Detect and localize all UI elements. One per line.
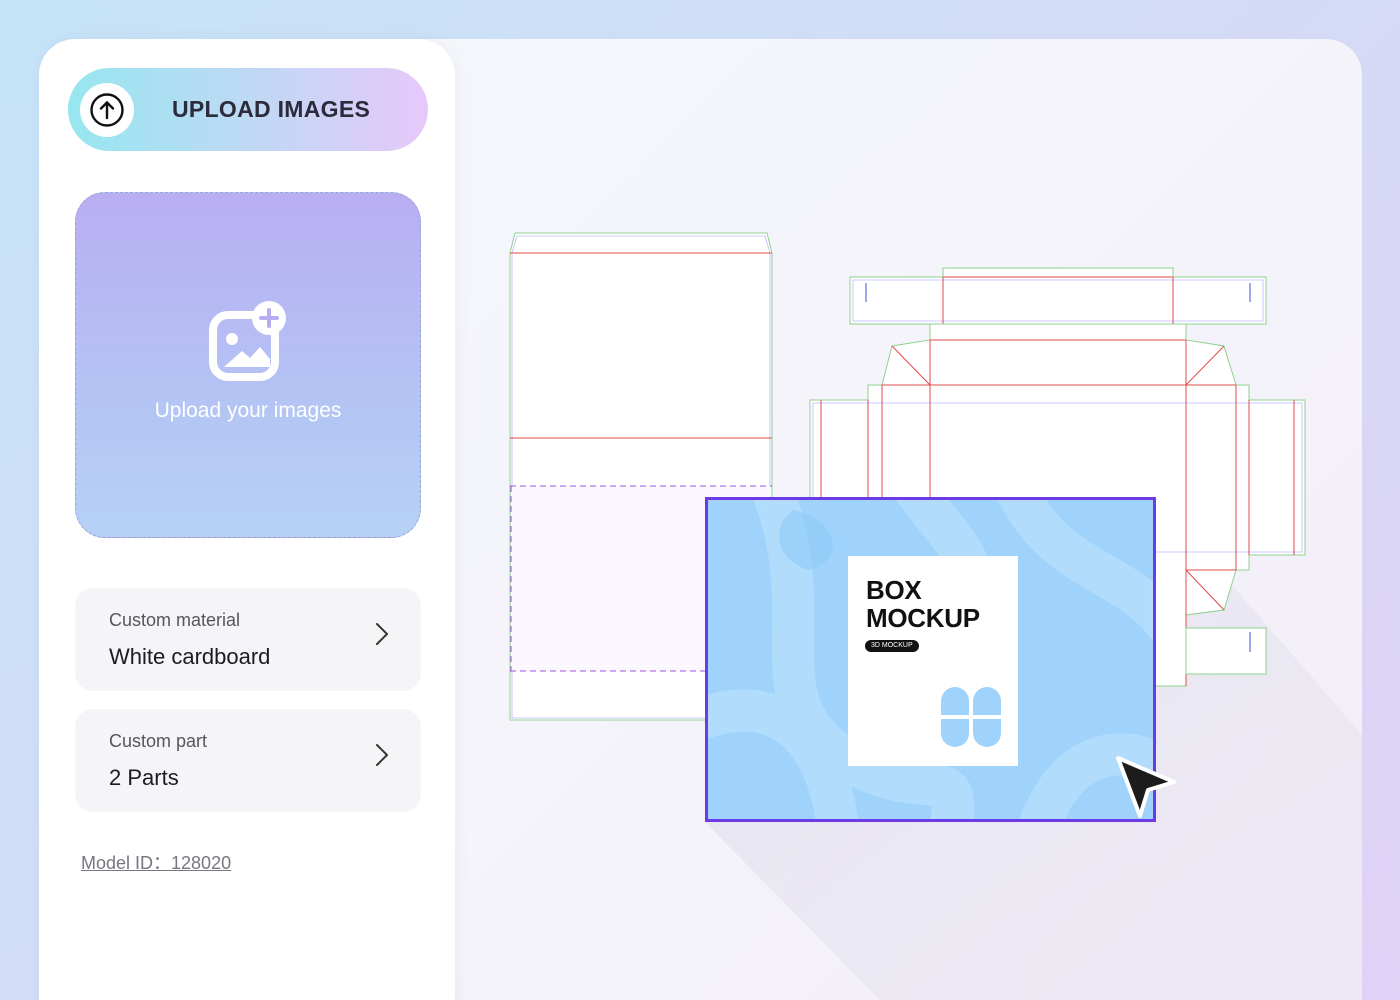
mockup-title-line1: BOX (866, 575, 922, 605)
option-value: 2 Parts (109, 765, 179, 790)
arrow-up-circle-icon (90, 93, 124, 127)
mockup-tag-badge: 3D MOCKUP (865, 640, 919, 652)
option-caption: Custom part (109, 731, 208, 751)
mockup-title-line2: MOCKUP (866, 603, 980, 633)
model-id-link[interactable]: Model ID：128020 (81, 849, 231, 875)
upload-images-label: UPLOAD IMAGES (172, 96, 371, 122)
chevron-right-icon (376, 744, 388, 766)
mockup-artwork-selected[interactable]: BOX MOCKUP 3D MOCKUP (705, 497, 1156, 822)
option-value: White cardboard (109, 644, 271, 669)
mockup-title: BOX MOCKUP (866, 576, 980, 632)
option-caption: Custom material (109, 610, 241, 630)
chevron-right-icon (376, 623, 388, 645)
add-image-icon (209, 301, 286, 381)
custom-part-option[interactable]: Custom part 2 Parts (75, 709, 421, 812)
upload-icon-circle (80, 83, 134, 137)
brand-logo-icon (941, 687, 1001, 747)
pointer-arrow-icon (1116, 756, 1176, 818)
upload-images-button[interactable]: UPLOAD IMAGES (68, 68, 428, 151)
image-dropzone[interactable]: Upload your images (75, 192, 421, 538)
box-front-face: BOX MOCKUP 3D MOCKUP (848, 556, 1018, 766)
custom-material-option[interactable]: Custom material White cardboard (75, 588, 421, 691)
dropzone-text: Upload your images (154, 399, 342, 422)
